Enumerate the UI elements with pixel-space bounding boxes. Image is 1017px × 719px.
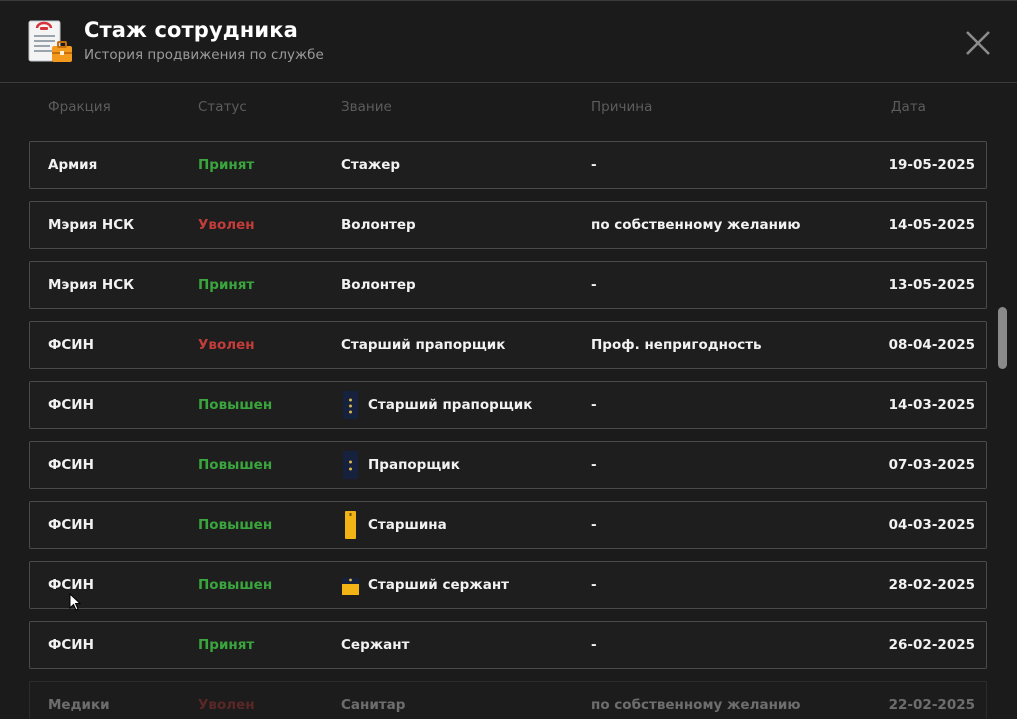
- column-header-rank: Звание: [341, 99, 392, 115]
- rank-label: Сержант: [341, 637, 410, 653]
- rank-label: Старший прапорщик: [341, 337, 506, 353]
- senior-sergeant-insignia-icon: [341, 570, 360, 600]
- scrollbar-thumb[interactable]: [998, 307, 1007, 369]
- rank-cell: Старший прапорщик: [341, 382, 532, 428]
- mouse-cursor-icon: [69, 593, 81, 611]
- date-cell: 04-03-2025: [888, 517, 975, 533]
- column-header-reason: Причина: [591, 99, 653, 115]
- status-cell: Уволен: [198, 217, 255, 233]
- rank-cell: Сержант: [341, 622, 409, 668]
- reason-cell: по собственному желанию: [591, 697, 801, 713]
- table-row[interactable]: ФСИН Принят Сержант - 26-02-2025: [29, 621, 987, 669]
- date-cell: 19-05-2025: [888, 157, 975, 173]
- date-cell: 07-03-2025: [888, 457, 975, 473]
- date-cell: 28-02-2025: [888, 577, 975, 593]
- table-row[interactable]: Медики Уволен Санитар по собственному желан…: [29, 681, 987, 719]
- status-cell: Повышен: [198, 517, 273, 533]
- rank-label: Старшина: [368, 517, 447, 533]
- rank-label: Волонтер: [341, 217, 416, 233]
- rank-label: Волонтер: [341, 277, 416, 293]
- column-header-status: Статус: [198, 99, 247, 115]
- close-button[interactable]: [962, 27, 994, 59]
- rank-cell: Санитар: [341, 682, 405, 719]
- document-briefcase-icon: [28, 20, 72, 62]
- rank-label: Стажер: [341, 157, 401, 173]
- table-row[interactable]: ФСИН Уволен Старший прапорщик Проф. неприго…: [29, 321, 987, 369]
- date-cell: 14-03-2025: [888, 397, 975, 413]
- rank-cell: Волонтер: [341, 262, 416, 308]
- window-subtitle: История продвижения по службе: [84, 47, 324, 63]
- table-row[interactable]: ФСИН Повышен Старший сержант -28-02-2025: [29, 561, 987, 609]
- history-list[interactable]: Армия Принят Стажер - 19-05-2025 Мэрия НСК Уво…: [29, 141, 987, 719]
- status-cell: Повышен: [198, 397, 273, 413]
- rank-cell: Старшина: [341, 502, 447, 548]
- reason-cell: -: [591, 457, 597, 473]
- rank-cell: Старший прапорщик: [341, 322, 505, 368]
- close-icon: [966, 31, 990, 55]
- column-header-date: Дата: [891, 99, 926, 115]
- rank-label: Прапорщик: [368, 457, 460, 473]
- date-cell: 13-05-2025: [888, 277, 975, 293]
- faction-cell: ФСИН: [48, 457, 94, 473]
- rank-label: Санитар: [341, 697, 406, 713]
- table-row[interactable]: Мэрия НСК Принят Волонтер - 13-05-2025: [29, 261, 987, 309]
- faction-cell: ФСИН: [48, 637, 94, 653]
- rank-cell: Старший сержант: [341, 562, 509, 608]
- reason-cell: -: [591, 157, 597, 173]
- reason-cell: -: [591, 637, 597, 653]
- reason-cell: -: [591, 277, 597, 293]
- window-header: Стаж сотрудника История продвижения по с…: [0, 1, 1017, 83]
- sergeant-major-insignia-icon: [341, 510, 360, 540]
- faction-cell: Мэрия НСК: [48, 277, 135, 293]
- date-cell: 08-04-2025: [888, 337, 975, 353]
- date-cell: 22-02-2025: [888, 697, 975, 713]
- column-headers: Фракция Статус Звание Причина Дата: [0, 99, 1017, 119]
- rank-cell: Прапорщик: [341, 442, 460, 488]
- reason-cell: -: [591, 577, 597, 593]
- faction-cell: ФСИН: [48, 517, 94, 533]
- status-cell: Повышен: [198, 577, 273, 593]
- senior-warrant-officer-insignia-icon: [341, 390, 360, 420]
- faction-cell: ФСИН: [48, 397, 94, 413]
- faction-cell: Медики: [48, 697, 110, 713]
- date-cell: 14-05-2025: [888, 217, 975, 233]
- reason-cell: -: [591, 517, 597, 533]
- table-row[interactable]: Мэрия НСК Уволен Волонтер по собственному ж…: [29, 201, 987, 249]
- window-title: Стаж сотрудника: [84, 18, 298, 42]
- column-header-faction: Фракция: [48, 99, 111, 115]
- warrant-officer-insignia-icon: [341, 450, 360, 480]
- date-cell: 26-02-2025: [888, 637, 975, 653]
- status-cell: Уволен: [198, 697, 255, 713]
- seniority-window: Стаж сотрудника История продвижения по с…: [0, 0, 1017, 719]
- faction-cell: ФСИН: [48, 337, 94, 353]
- rank-label: Старший сержант: [368, 577, 509, 593]
- rank-cell: Стажер: [341, 142, 400, 188]
- status-cell: Принят: [198, 157, 255, 173]
- table-row[interactable]: ФСИН Повышен Прапорщик - 07-03-2025: [29, 441, 987, 489]
- table-row[interactable]: ФСИН Повышен Старшина - 04-03-2025: [29, 501, 987, 549]
- reason-cell: Проф. непригодность: [591, 337, 762, 353]
- rank-label: Старший прапорщик: [368, 397, 533, 413]
- faction-cell: Мэрия НСК: [48, 217, 135, 233]
- faction-cell: Армия: [48, 157, 98, 173]
- table-row[interactable]: ФСИН Повышен Старший прапорщик - 14-03-2025: [29, 381, 987, 429]
- status-cell: Принят: [198, 277, 255, 293]
- status-cell: Уволен: [198, 337, 255, 353]
- rank-cell: Волонтер: [341, 202, 416, 248]
- status-cell: Принят: [198, 637, 255, 653]
- status-cell: Повышен: [198, 457, 273, 473]
- reason-cell: -: [591, 397, 597, 413]
- table-row[interactable]: Армия Принят Стажер - 19-05-2025: [29, 141, 987, 189]
- reason-cell: по собственному желанию: [591, 217, 801, 233]
